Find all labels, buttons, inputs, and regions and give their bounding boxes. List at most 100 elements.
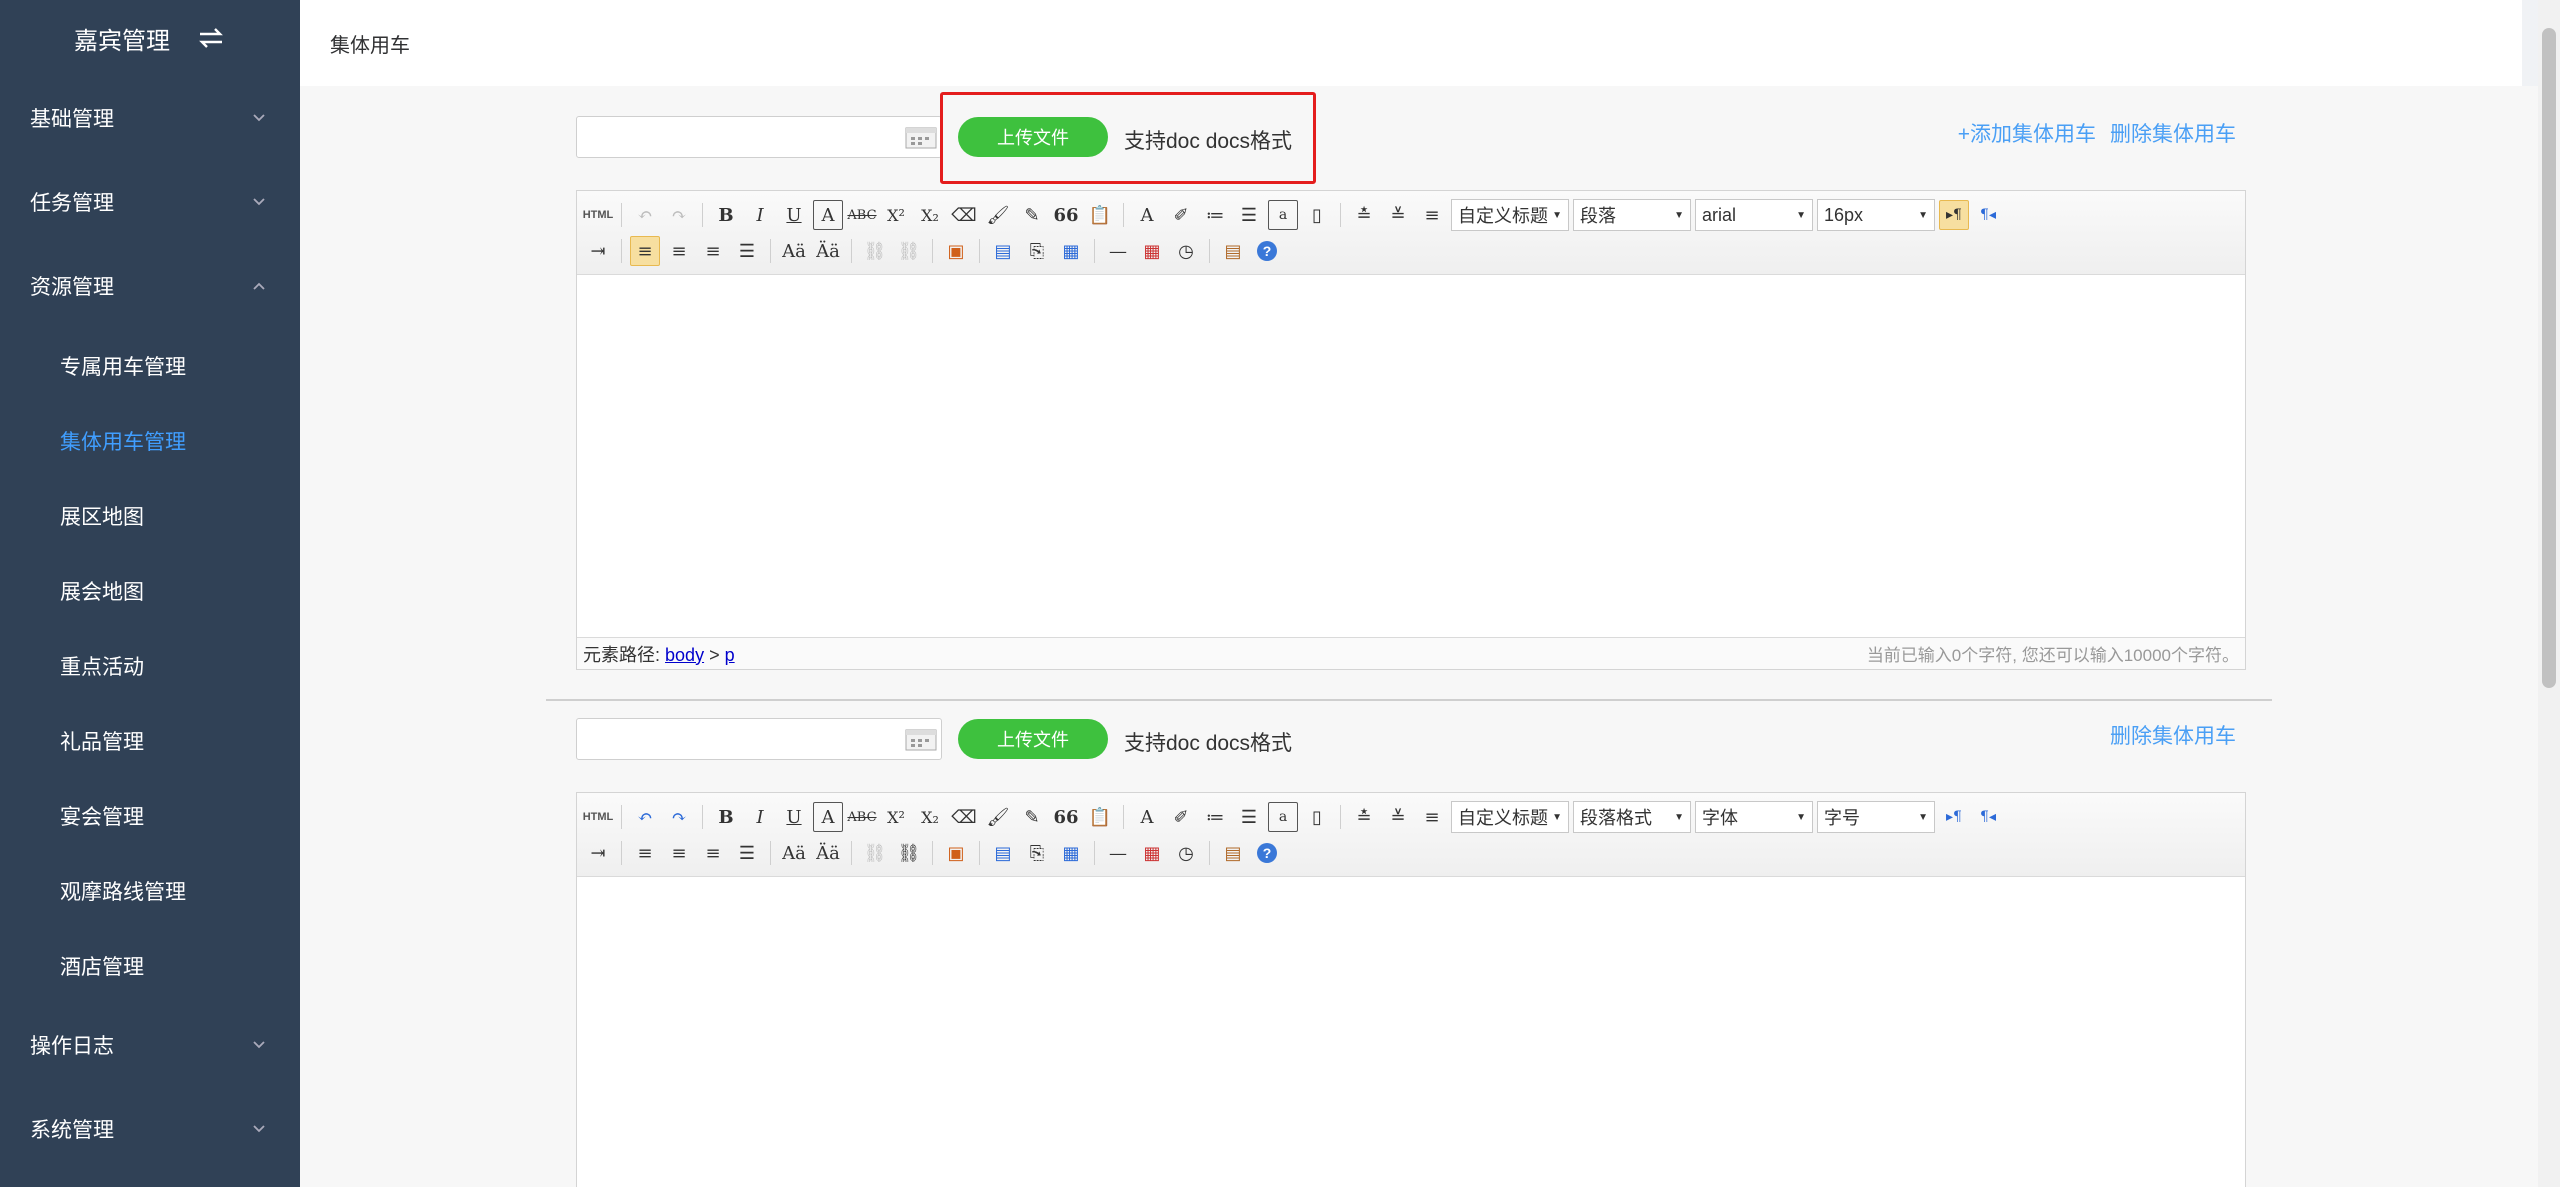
blockquote-button[interactable]: 66 <box>1051 200 1081 230</box>
menu-item-task[interactable]: 任务管理 <box>0 160 300 244</box>
highlight-color-icon[interactable]: ✐ <box>1166 802 1196 832</box>
redo-icon[interactable]: ↷ <box>664 802 694 832</box>
paragraph-select[interactable]: 段落 ▼ <box>1573 199 1691 231</box>
italic-button[interactable]: I <box>745 802 775 832</box>
html-source-button[interactable]: HTML <box>583 200 614 230</box>
custom-title-select[interactable]: 自定义标题 ▼ <box>1451 801 1569 833</box>
select-all-icon[interactable]: a <box>1268 200 1298 230</box>
font-size-select[interactable]: 16px ▼ <box>1817 199 1935 231</box>
font-family-select[interactable]: arial ▼ <box>1695 199 1813 231</box>
row-spacing-top-icon[interactable]: ≛ <box>1349 200 1379 230</box>
clear-doc-icon[interactable]: ▯ <box>1302 802 1332 832</box>
file-path-input[interactable] <box>576 116 942 158</box>
underline-button[interactable]: U <box>779 200 809 230</box>
paste-plain-icon[interactable]: 📋 <box>1085 802 1115 832</box>
strikethrough-button[interactable]: ABC <box>847 802 877 832</box>
blockquote-button[interactable]: 66 <box>1051 802 1081 832</box>
align-right-icon[interactable]: ≡ <box>698 236 728 266</box>
italic-button[interactable]: I <box>745 200 775 230</box>
align-justify-icon[interactable]: ☰ <box>732 838 762 868</box>
to-uppercase-icon[interactable]: Aä <box>779 236 809 266</box>
eraser-icon[interactable]: ⌫ <box>949 200 979 230</box>
line-height-icon[interactable]: ≡ <box>1417 802 1447 832</box>
bold-button[interactable]: B <box>711 802 741 832</box>
submenu-item-zone-map[interactable]: 展区地图 <box>0 478 300 553</box>
horizontal-rule-button[interactable]: — <box>1103 838 1133 868</box>
align-center-icon[interactable]: ≡ <box>664 838 694 868</box>
template-icon[interactable]: ▤ <box>1218 838 1248 868</box>
align-justify-icon[interactable]: ☰ <box>732 236 762 266</box>
underline-button[interactable]: U <box>779 802 809 832</box>
video-icon[interactable]: ▤ <box>988 838 1018 868</box>
link-icon[interactable]: ⛓ <box>860 838 890 868</box>
format-brush-icon[interactable]: 🖌 <box>983 200 1013 230</box>
align-right-icon[interactable]: ≡ <box>698 838 728 868</box>
format-brush-icon[interactable]: 🖌 <box>983 802 1013 832</box>
font-color-button[interactable]: A <box>1132 802 1162 832</box>
delete-group-car-link[interactable]: 删除集体用车 <box>2110 720 2236 750</box>
paste-plain-icon[interactable]: 📋 <box>1085 200 1115 230</box>
unlink-icon[interactable]: ⛓ <box>894 236 924 266</box>
submenu-item-group-car[interactable]: 集体用车管理 <box>0 403 300 478</box>
submenu-item-tour-route[interactable]: 观摩路线管理 <box>0 853 300 928</box>
redo-icon[interactable]: ↷ <box>664 200 694 230</box>
submenu-item-hotel[interactable]: 酒店管理 <box>0 928 300 1003</box>
menu-item-basic[interactable]: 基础管理 <box>0 76 300 160</box>
bold-button[interactable]: B <box>711 200 741 230</box>
undo-icon[interactable]: ↶ <box>630 200 660 230</box>
image-icon[interactable]: ▣ <box>941 838 971 868</box>
indent-icon[interactable]: ⇥ <box>583 236 613 266</box>
direction-rtl-button[interactable]: ¶◂ <box>1973 802 2003 832</box>
line-height-icon[interactable]: ≡ <box>1417 200 1447 230</box>
font-size-select[interactable]: 字号 ▼ <box>1817 801 1935 833</box>
time-icon[interactable]: ◷ <box>1171 236 1201 266</box>
paragraph-select[interactable]: 段落格式 ▼ <box>1573 801 1691 833</box>
submenu-item-expo-map[interactable]: 展会地图 <box>0 553 300 628</box>
attachment-icon[interactable]: ⎘ <box>1022 838 1052 868</box>
menu-item-oplog[interactable]: 操作日志 <box>0 1003 300 1087</box>
superscript-button[interactable]: X² <box>881 802 911 832</box>
direction-ltr-button[interactable]: ▸¶ <box>1939 802 1969 832</box>
file-path-input[interactable] <box>576 718 942 760</box>
multi-image-icon[interactable]: ▦ <box>1056 236 1086 266</box>
time-icon[interactable]: ◷ <box>1171 838 1201 868</box>
page-scrollbar[interactable] <box>2538 0 2560 1187</box>
font-family-select[interactable]: 字体 ▼ <box>1695 801 1813 833</box>
unordered-list-icon[interactable]: ☰ <box>1234 200 1264 230</box>
clear-doc-icon[interactable]: ▯ <box>1302 200 1332 230</box>
menu-item-resource[interactable]: 资源管理 <box>0 244 300 328</box>
upload-file-button[interactable]: 上传文件 <box>958 719 1108 759</box>
custom-title-select[interactable]: 自定义标题 ▼ <box>1451 199 1569 231</box>
link-icon[interactable]: ⛓ <box>860 236 890 266</box>
submenu-item-exclusive-car[interactable]: 专属用车管理 <box>0 328 300 403</box>
date-icon[interactable]: ▦ <box>1137 838 1167 868</box>
indent-icon[interactable]: ⇥ <box>583 838 613 868</box>
subscript-button[interactable]: X₂ <box>915 200 945 230</box>
to-uppercase-icon[interactable]: Aä <box>779 838 809 868</box>
align-center-icon[interactable]: ≡ <box>664 236 694 266</box>
auto-typeset-icon[interactable]: ✎ <box>1017 200 1047 230</box>
multi-image-icon[interactable]: ▦ <box>1056 838 1086 868</box>
row-spacing-bottom-icon[interactable]: ≚ <box>1383 802 1413 832</box>
to-lowercase-icon[interactable]: Ää <box>813 838 843 868</box>
direction-rtl-button[interactable]: ¶◂ <box>1973 200 2003 230</box>
video-icon[interactable]: ▤ <box>988 236 1018 266</box>
row-spacing-top-icon[interactable]: ≛ <box>1349 802 1379 832</box>
ordered-list-icon[interactable]: ≔ <box>1200 802 1230 832</box>
select-all-icon[interactable]: a <box>1268 802 1298 832</box>
to-lowercase-icon[interactable]: Ää <box>813 236 843 266</box>
undo-icon[interactable]: ↶ <box>630 802 660 832</box>
attachment-icon[interactable]: ⎘ <box>1022 236 1052 266</box>
path-body-link[interactable]: body <box>665 645 704 665</box>
toggle-sidebar-icon[interactable] <box>196 27 226 49</box>
editor-content-area[interactable] <box>577 877 2245 1187</box>
align-left-icon[interactable]: ≡ <box>630 236 660 266</box>
auto-typeset-icon[interactable]: ✎ <box>1017 802 1047 832</box>
unordered-list-icon[interactable]: ☰ <box>1234 802 1264 832</box>
direction-ltr-button[interactable]: ▸¶ <box>1939 200 1969 230</box>
horizontal-rule-button[interactable]: — <box>1103 236 1133 266</box>
subscript-button[interactable]: X₂ <box>915 802 945 832</box>
template-icon[interactable]: ▤ <box>1218 236 1248 266</box>
file-picker-icon[interactable] <box>905 728 937 752</box>
path-p-link[interactable]: p <box>725 645 735 665</box>
